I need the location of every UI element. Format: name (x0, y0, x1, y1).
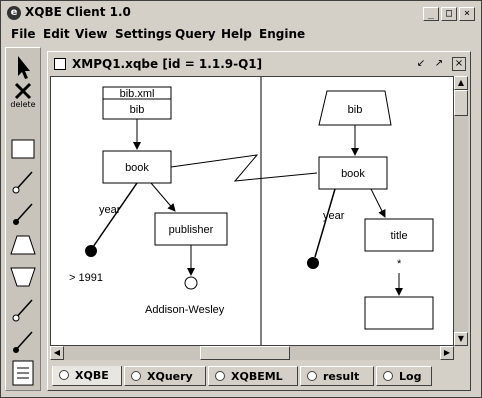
query-canvas[interactable]: bib.xml bib book year > 1991 publisher A… (50, 76, 454, 346)
shrink-icon[interactable]: ↙ (414, 57, 428, 71)
tab-log-label: Log (399, 370, 422, 383)
year-condition: > 1991 (69, 272, 103, 284)
title-label: title (390, 230, 407, 242)
source-book-node[interactable]: book (102, 150, 172, 184)
menu-query[interactable]: Query (175, 27, 216, 41)
tab-xquery[interactable]: XQuery (124, 366, 206, 386)
delete-tool-label: delete (10, 100, 36, 109)
frame-close-icon[interactable]: × (452, 57, 466, 71)
radio-icon (59, 370, 69, 380)
arc-icon (12, 299, 33, 322)
inverted-trapezoid-icon (10, 267, 36, 287)
minimize-button[interactable]: _ (423, 7, 439, 21)
tab-xqbeml[interactable]: XQBEML (208, 366, 298, 386)
tab-result[interactable]: result (300, 366, 374, 386)
arc-tool-4[interactable] (8, 326, 38, 356)
scroll-up-icon[interactable]: ▲ (454, 76, 468, 90)
trapezoid-icon (10, 235, 36, 255)
horizontal-scrollbar[interactable]: ◀ ▶ (50, 346, 454, 360)
arc-tool-3[interactable] (8, 294, 38, 324)
tab-xqbe-label: XQBE (75, 369, 109, 382)
close-button[interactable]: × (459, 7, 475, 21)
radio-icon (307, 371, 317, 381)
scroll-right-icon[interactable]: ▶ (440, 346, 454, 360)
construct-book-node[interactable]: book (318, 156, 388, 190)
query-frame: XMPQ1.xqbe [id = 1.1.9-Q1] ↙ ↗ × bib.xml (47, 51, 471, 391)
menu-view[interactable]: View (75, 27, 107, 41)
publisher-value: Addison-Wesley (145, 304, 225, 316)
doc-label: bib.xml (120, 88, 155, 100)
repeat-star: * (397, 258, 402, 270)
app-logo-icon: e (7, 6, 21, 20)
horizontal-scroll-thumb[interactable] (200, 346, 290, 360)
tab-xquery-label: XQuery (147, 370, 193, 383)
publisher-value-node[interactable] (184, 276, 198, 290)
pointer-tool[interactable] (8, 52, 38, 82)
menu-edit[interactable]: Edit (43, 27, 70, 41)
trapezoid-tool[interactable] (8, 230, 38, 260)
query-frame-title: XMPQ1.xqbe [id = 1.1.9-Q1] (72, 57, 263, 71)
menu-settings[interactable]: Settings (115, 27, 172, 41)
expand-icon[interactable]: ↗ (432, 57, 446, 71)
query-graph: bib.xml bib book year > 1991 publisher A… (69, 77, 434, 345)
vertical-scrollbar[interactable]: ▲ ▼ (454, 76, 468, 346)
arc-tool-2[interactable] (8, 198, 38, 228)
delete-tool[interactable]: delete (8, 82, 38, 112)
construct-root-label: bib (348, 104, 363, 116)
rectangle-tool[interactable] (8, 134, 38, 164)
construct-book-label: book (341, 168, 365, 180)
edge-publisher (150, 182, 176, 212)
radio-icon (131, 371, 141, 381)
query-frame-titlebar[interactable]: XMPQ1.xqbe [id = 1.1.9-Q1] ↙ ↗ × (50, 54, 468, 74)
tab-xqbe[interactable]: XQBE (52, 366, 122, 386)
source-doc-node[interactable]: bib.xml bib (102, 86, 172, 120)
source-root-label: bib (130, 104, 145, 116)
title-bar[interactable]: e XQBE Client 1.0 _ □ × (3, 3, 479, 23)
list-icon (12, 360, 34, 386)
list-tool[interactable] (8, 358, 38, 388)
inverted-trapezoid-tool[interactable] (8, 262, 38, 292)
year-filled-node[interactable] (85, 245, 97, 257)
arc-icon (12, 171, 33, 194)
arc-filled-icon (13, 331, 33, 353)
title-child-node[interactable] (364, 296, 434, 330)
menu-file[interactable]: File (11, 27, 36, 41)
title-node[interactable]: title (364, 218, 434, 252)
window-title: XQBE Client 1.0 (25, 5, 131, 19)
vertical-scroll-thumb[interactable] (454, 90, 468, 116)
construct-year-node[interactable] (307, 257, 319, 269)
tool-palette: delete (5, 47, 41, 391)
edge-title (370, 188, 386, 218)
x-icon (14, 82, 32, 100)
radio-icon (383, 371, 393, 381)
arc-tool-1[interactable] (8, 166, 38, 196)
edge-construct-year (314, 188, 336, 258)
source-year-label: year (99, 204, 121, 216)
tab-result-label: result (323, 370, 360, 383)
menu-bar: File Edit View Settings Query Help Engin… (3, 25, 479, 45)
scroll-left-icon[interactable]: ◀ (50, 346, 64, 360)
app-window: e XQBE Client 1.0 _ □ × File Edit View S… (0, 0, 482, 398)
construct-root-node[interactable]: bib (318, 90, 392, 126)
tab-xqbeml-label: XQBEML (231, 370, 283, 383)
arc-filled-icon (13, 203, 33, 225)
rectangle-icon (11, 139, 35, 159)
view-tabs: XQBE XQuery XQBEML result Log (50, 364, 468, 388)
menu-engine[interactable]: Engine (259, 27, 305, 41)
binding-edge (170, 154, 318, 182)
scroll-down-icon[interactable]: ▼ (454, 332, 468, 346)
source-book-label: book (125, 162, 149, 174)
radio-icon (215, 371, 225, 381)
publisher-label: publisher (169, 224, 214, 236)
tab-log[interactable]: Log (376, 366, 432, 386)
construct-year-label: year (323, 210, 345, 222)
menu-help[interactable]: Help (221, 27, 252, 41)
arrow-pointer-icon (18, 56, 30, 79)
document-icon (54, 58, 66, 70)
publisher-node[interactable]: publisher (154, 212, 228, 246)
maximize-button[interactable]: □ (441, 7, 457, 21)
